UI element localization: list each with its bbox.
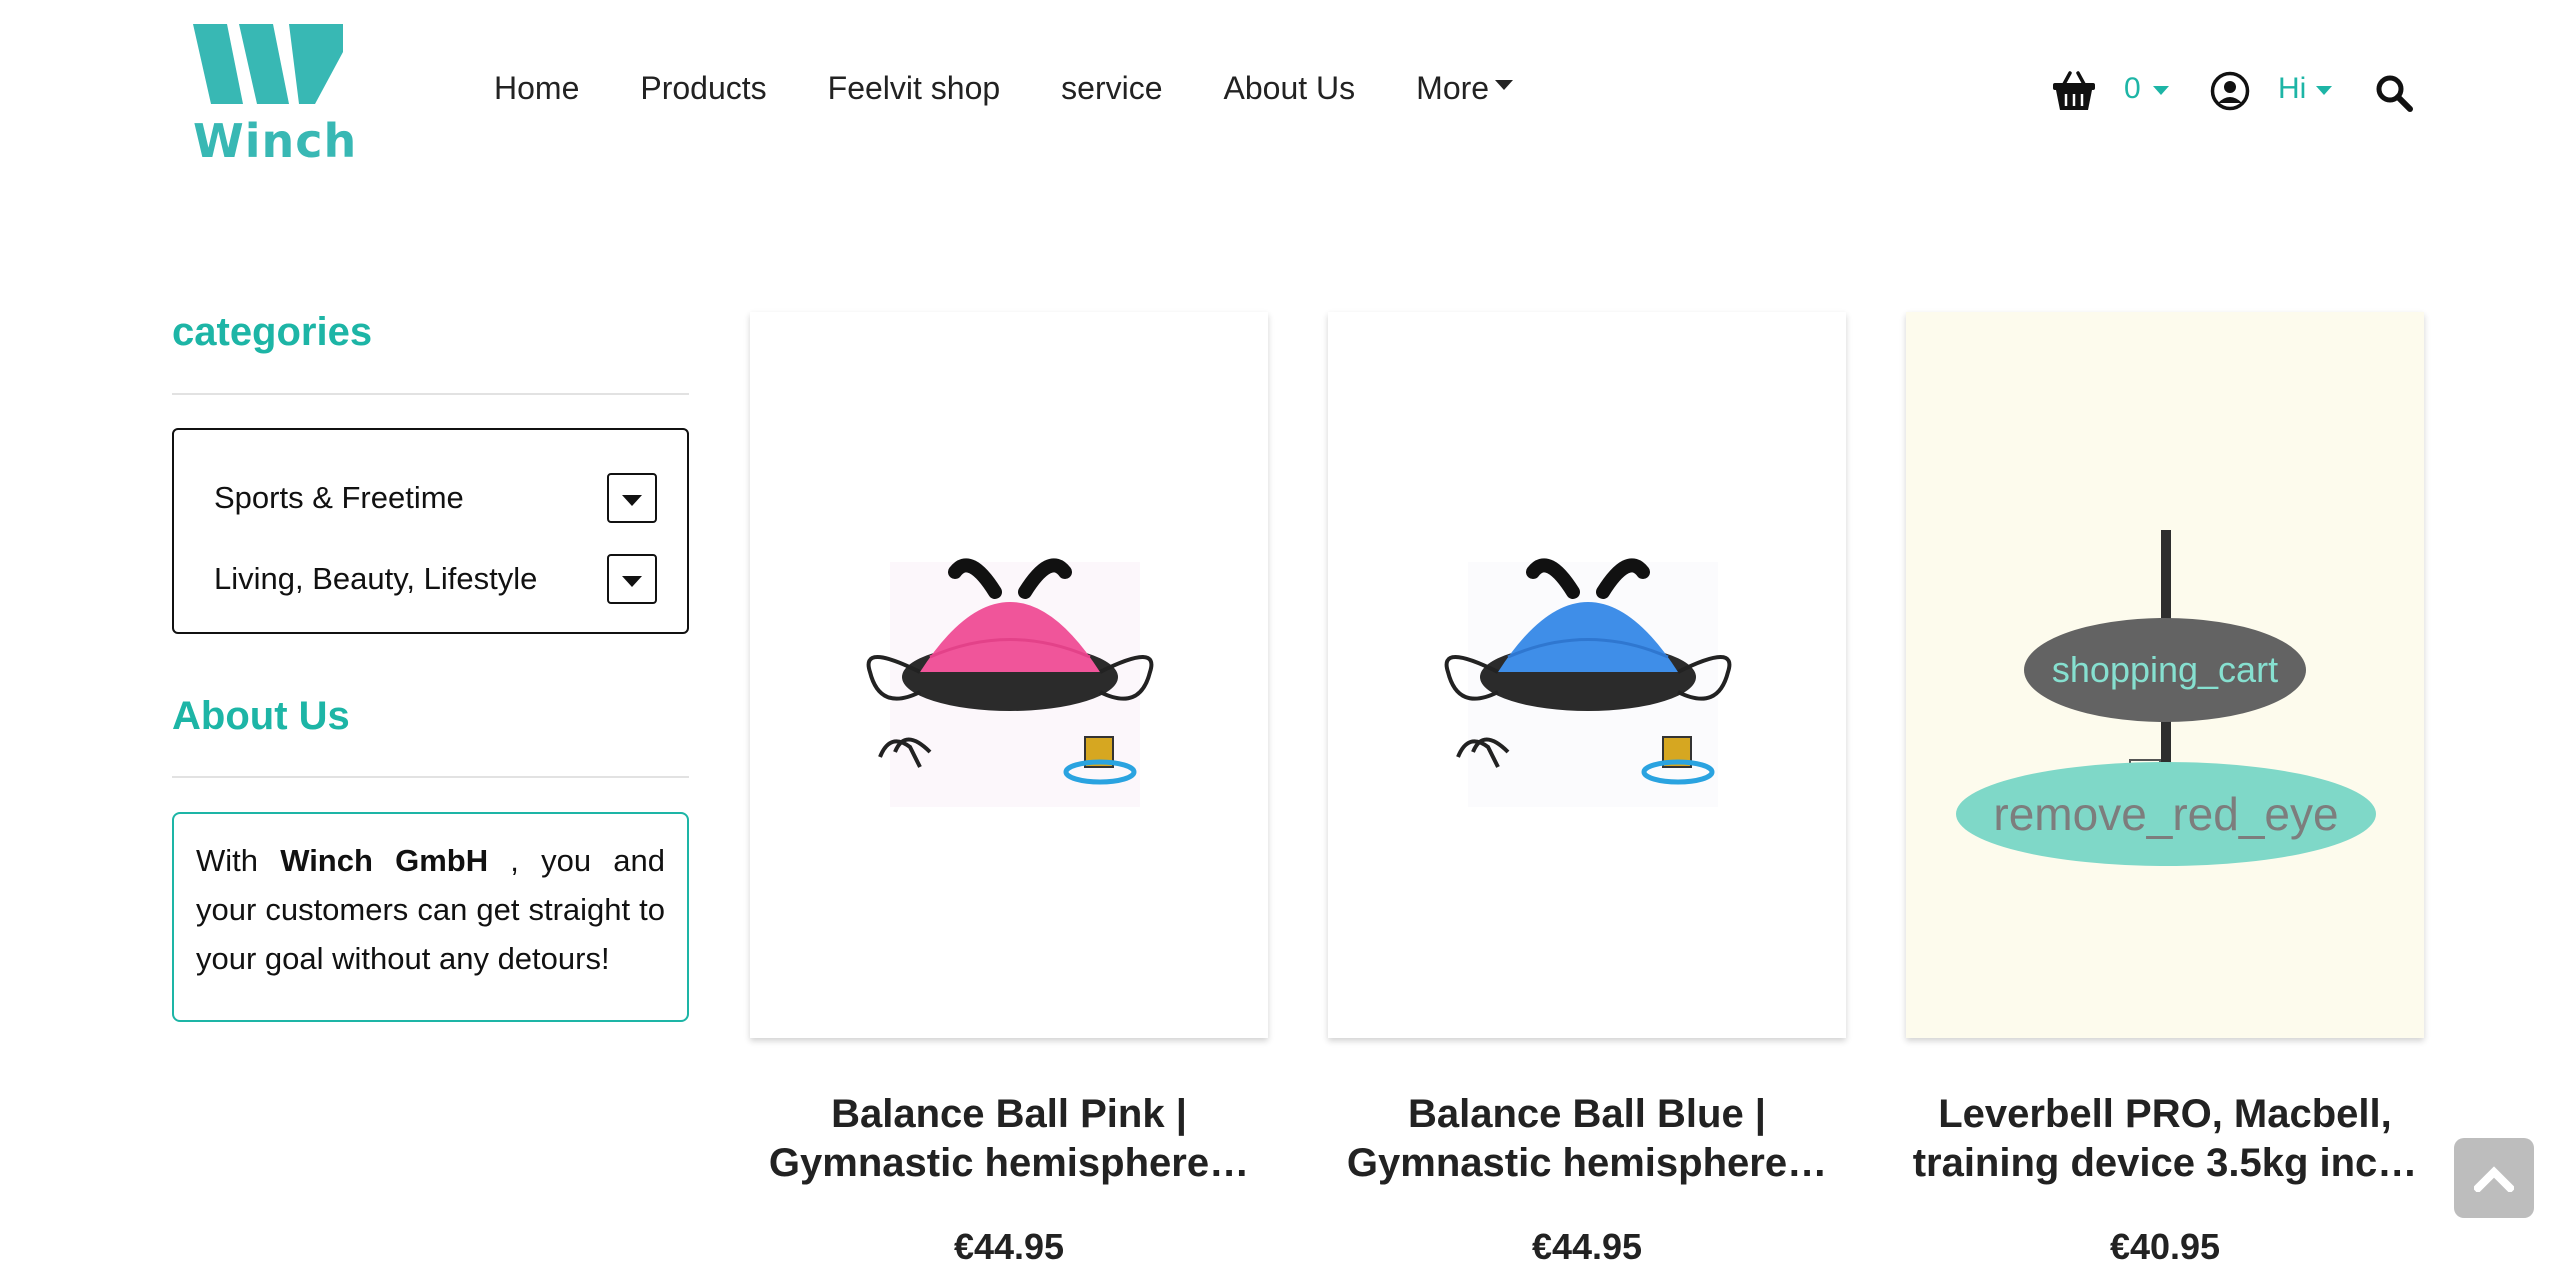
category-item[interactable]: Sports & Freetime — [214, 472, 657, 524]
product-price: €44.95 — [1531, 1226, 1643, 1264]
product-name[interactable]: Balance Ball Blue | Gymnastic hemisphere… — [1328, 1090, 1846, 1188]
nav-more-dropdown[interactable]: More — [1416, 69, 1514, 107]
chevron-down-icon — [2316, 85, 2333, 95]
winch-logo-mark — [193, 24, 343, 104]
product-image — [866, 558, 1154, 807]
category-expand-button[interactable] — [607, 554, 657, 604]
user-menu-dropdown[interactable]: Hi — [2278, 72, 2333, 106]
brand-name: Winch — [193, 114, 358, 168]
nav-about-us[interactable]: About Us — [1224, 70, 1356, 107]
cart-count: 0 — [2124, 72, 2141, 105]
caret-down-icon — [622, 494, 642, 506]
account-circle-icon[interactable] — [2210, 71, 2250, 111]
categories-heading: categories — [172, 310, 373, 354]
about-company: Winch GmbH — [280, 843, 489, 878]
quick-view-button[interactable]: remove_red_eye — [1956, 762, 2376, 866]
cart-count-dropdown[interactable]: 0 — [2124, 72, 2169, 106]
categories-list: Sports & Freetime Living, Beauty, Lifest… — [172, 428, 689, 634]
product-name-line[interactable]: Balance Ball Blue | — [1328, 1090, 1846, 1139]
product-price: €44.95 — [953, 1226, 1065, 1264]
brand-logo[interactable]: Winch — [193, 22, 356, 168]
user-greeting: Hi — [2278, 72, 2307, 105]
product-name-line[interactable]: training device 3.5kg inc… — [1906, 1139, 2424, 1188]
chevron-up-icon — [2474, 1166, 2514, 1192]
product-card[interactable] — [750, 312, 1268, 1038]
nav-feelvit-shop[interactable]: Feelvit shop — [828, 70, 1001, 107]
about-text-prefix: With — [196, 843, 281, 878]
product-name-line[interactable]: Gymnastic hemisphere… — [1328, 1139, 1846, 1188]
nav-products[interactable]: Products — [640, 70, 766, 107]
scroll-to-top-button[interactable] — [2454, 1138, 2534, 1218]
add-to-cart-button[interactable]: shopping_cart — [2024, 618, 2306, 722]
product-name-line[interactable]: Gymnastic hemisphere… — [750, 1139, 1268, 1188]
main-nav: Home Products Feelvit shop service About… — [494, 64, 1514, 112]
shopping-cart-icon: shopping_cart — [2051, 649, 2279, 690]
chevron-down-icon — [1495, 80, 1514, 90]
category-expand-button[interactable] — [607, 473, 657, 523]
product-name-line[interactable]: Leverbell PRO, Macbell, — [1906, 1090, 2424, 1139]
category-label[interactable]: Sports & Freetime — [214, 480, 464, 516]
about-text-box: With Winch GmbH , you and your customers… — [172, 812, 689, 1022]
eye-icon: remove_red_eye — [1993, 788, 2339, 840]
search-icon[interactable] — [2375, 74, 2413, 112]
nav-home[interactable]: Home — [494, 70, 579, 107]
product-name-line[interactable]: Balance Ball Pink | — [750, 1090, 1268, 1139]
nav-more-label: More — [1416, 69, 1490, 106]
divider — [172, 776, 689, 778]
about-heading: About Us — [172, 694, 350, 738]
product-price: €40.95 — [2109, 1226, 2221, 1264]
category-item[interactable]: Living, Beauty, Lifestyle — [214, 553, 657, 605]
nav-service[interactable]: service — [1061, 70, 1162, 107]
product-image — [1444, 558, 1732, 807]
product-name[interactable]: Balance Ball Pink | Gymnastic hemisphere… — [750, 1090, 1268, 1188]
product-name[interactable]: Leverbell PRO, Macbell, training device … — [1906, 1090, 2424, 1188]
category-label[interactable]: Living, Beauty, Lifestyle — [214, 561, 537, 597]
divider — [172, 393, 689, 395]
product-card[interactable]: shopping_cart remove_red_eye — [1906, 312, 2424, 1038]
caret-down-icon — [622, 575, 642, 587]
product-card[interactable] — [1328, 312, 1846, 1038]
shopping-basket-icon[interactable] — [2052, 70, 2096, 112]
chevron-down-icon — [2152, 85, 2169, 95]
